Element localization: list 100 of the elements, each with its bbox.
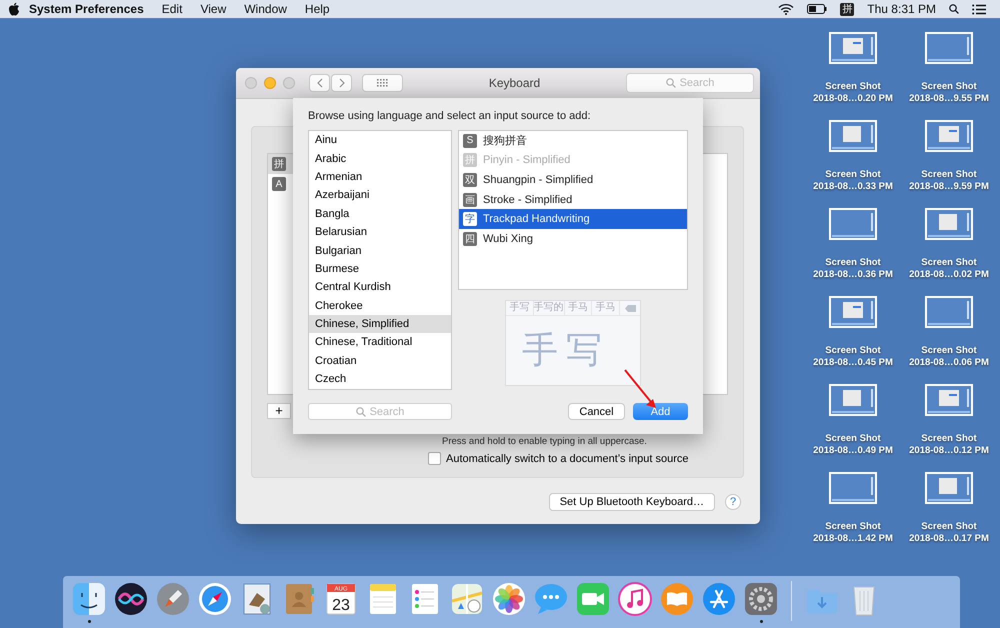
zoom-button[interactable]	[283, 77, 295, 89]
cancel-button[interactable]: Cancel	[568, 403, 625, 420]
file-name[interactable]: Screen Shot	[921, 169, 977, 181]
input-method-row[interactable]: 双 Shuangpin - Simplified	[459, 170, 687, 190]
input-source-icon: 拼	[272, 157, 286, 171]
language-row[interactable]: Ainu	[309, 131, 451, 150]
thumbnail-icon	[925, 472, 973, 504]
speech-bubble-icon[interactable]	[533, 581, 569, 617]
close-button[interactable]	[245, 77, 257, 89]
minimize-button[interactable]	[264, 77, 276, 89]
pencil-brush-icon[interactable]	[701, 581, 737, 617]
language-row[interactable]: Chinese, Traditional	[309, 333, 451, 352]
input-source-row[interactable]: 拼	[268, 154, 294, 174]
language-row[interactable]: Burmese	[309, 260, 451, 278]
gear-icon[interactable]	[743, 581, 779, 617]
input-method-row[interactable]: 字 Trackpad Handwriting	[459, 209, 687, 229]
file-date[interactable]: 2018-08…1.42 PM	[813, 533, 893, 545]
file-date[interactable]: 2018-08…9.59 PM	[909, 181, 989, 193]
auto-switch-option[interactable]: Automatically switch to a document’s input source	[428, 452, 728, 465]
orb-icon[interactable]	[113, 581, 149, 617]
input-method-name: Wubi Xing	[483, 232, 533, 245]
thumbnail-icon	[829, 296, 877, 328]
map-icon[interactable]	[449, 581, 485, 617]
help-button[interactable]: ?	[725, 494, 741, 510]
app-menu[interactable]: System Preferences	[20, 2, 153, 16]
language-row[interactable]: Arabic	[309, 149, 451, 168]
language-row[interactable]: Armenian	[309, 168, 451, 186]
file-date[interactable]: 2018-08…0.45 PM	[813, 357, 893, 369]
file-name[interactable]: Screen Shot	[921, 345, 977, 357]
menu-item[interactable]: Window	[235, 2, 296, 16]
input-source-icon: A	[272, 177, 286, 191]
input-method-name: Shuangpin - Simplified	[483, 174, 594, 186]
file-name[interactable]: Screen Shot	[825, 169, 881, 181]
thumbnail-icon	[925, 296, 973, 328]
menu-item[interactable]: Help	[296, 2, 339, 16]
input-method-row[interactable]: 画 Stroke - Simplified	[459, 190, 687, 210]
open-book-icon[interactable]	[659, 581, 695, 617]
language-row[interactable]: Bangla	[309, 204, 451, 223]
language-row[interactable]: Azerbaijani	[309, 186, 451, 205]
two-tone-square-icon[interactable]	[71, 581, 107, 617]
battery-icon[interactable]	[807, 4, 828, 14]
forward-button[interactable]	[331, 74, 352, 92]
checkbox[interactable]	[428, 452, 441, 465]
file-name[interactable]: Screen Shot	[921, 81, 977, 93]
apple-icon[interactable]	[8, 2, 20, 16]
flower-icon[interactable]	[491, 581, 527, 617]
language-row[interactable]: Croatian	[309, 352, 451, 370]
thumbnail-icon	[925, 120, 973, 152]
confirm-add-button[interactable]: Add	[633, 403, 688, 420]
music-note-icon[interactable]	[617, 581, 653, 617]
input-method-icon: 字	[463, 212, 477, 226]
language-row[interactable]: Czech	[309, 370, 451, 388]
input-method-row[interactable]: S 搜狗拼音	[459, 131, 687, 151]
add-button[interactable]: +	[267, 403, 291, 419]
thumbnail-icon	[925, 32, 973, 64]
input-method-icon: S	[463, 134, 477, 148]
file-date[interactable]: 2018-08…0.17 PM	[909, 533, 989, 545]
input-source-indicator[interactable]: 拼	[840, 2, 854, 16]
thumbnail-icon	[829, 120, 877, 152]
menu-item[interactable]: View	[191, 2, 236, 16]
input-method-row[interactable]: 四 Wubi Xing	[459, 228, 687, 249]
search-icon	[356, 406, 366, 416]
file-name[interactable]: Screen Shot	[825, 345, 881, 357]
menu-clock[interactable]: Thu 8:31 PM	[867, 2, 936, 16]
chevron-left-icon	[316, 78, 322, 88]
input-method-icon: 四	[463, 232, 477, 246]
file-name[interactable]: Screen Shot	[921, 521, 977, 533]
delete-key-icon	[624, 304, 636, 312]
file-name[interactable]: Screen Shot	[921, 257, 977, 269]
compass-icon[interactable]	[197, 581, 233, 617]
file-date[interactable]: 2018-08…0.02 PM	[909, 269, 989, 281]
file-name[interactable]: Screen Shot	[921, 433, 977, 445]
thumbnail-icon	[829, 32, 877, 64]
language-row[interactable]: Chinese, Simplified	[309, 314, 451, 334]
show-all-button[interactable]	[362, 74, 403, 92]
file-date[interactable]: 2018-08…0.33 PM	[813, 181, 893, 193]
back-button[interactable]	[309, 74, 330, 92]
file-name[interactable]: Screen Shot	[825, 521, 881, 533]
menu-item[interactable]: Edit	[152, 2, 192, 16]
list-icon[interactable]	[972, 4, 986, 14]
bluetooth-keyboard-button[interactable]: Set Up Bluetooth Keyboard…	[548, 493, 715, 511]
wifi-icon[interactable]	[778, 3, 794, 15]
file-name[interactable]: Screen Shot	[825, 257, 881, 269]
file-date[interactable]: 2018-08…0.06 PM	[909, 357, 989, 369]
language-row[interactable]: Bulgarian	[309, 241, 451, 260]
language-row[interactable]: Cherokee	[309, 296, 451, 315]
video-camera-icon[interactable]	[575, 581, 611, 617]
thumbnail-icon	[829, 472, 877, 504]
language-row[interactable]: Central Kurdish	[309, 278, 451, 297]
file-date[interactable]: 2018-08…0.12 PM	[909, 445, 989, 457]
file-name[interactable]: Screen Shot	[825, 433, 881, 445]
file-date[interactable]: 2018-08…0.49 PM	[813, 445, 893, 457]
annotation-arrow	[624, 369, 656, 408]
file-date[interactable]: 2018-08…0.20 PM	[813, 93, 893, 105]
input-source-row[interactable]: A	[268, 174, 294, 194]
language-row[interactable]: Belarusian	[309, 222, 451, 242]
file-date[interactable]: 2018-08…9.55 PM	[909, 93, 989, 105]
file-date[interactable]: 2018-08…0.36 PM	[813, 269, 893, 281]
file-name[interactable]: Screen Shot	[825, 81, 881, 93]
input-method-name: Stroke - Simplified	[483, 194, 572, 206]
